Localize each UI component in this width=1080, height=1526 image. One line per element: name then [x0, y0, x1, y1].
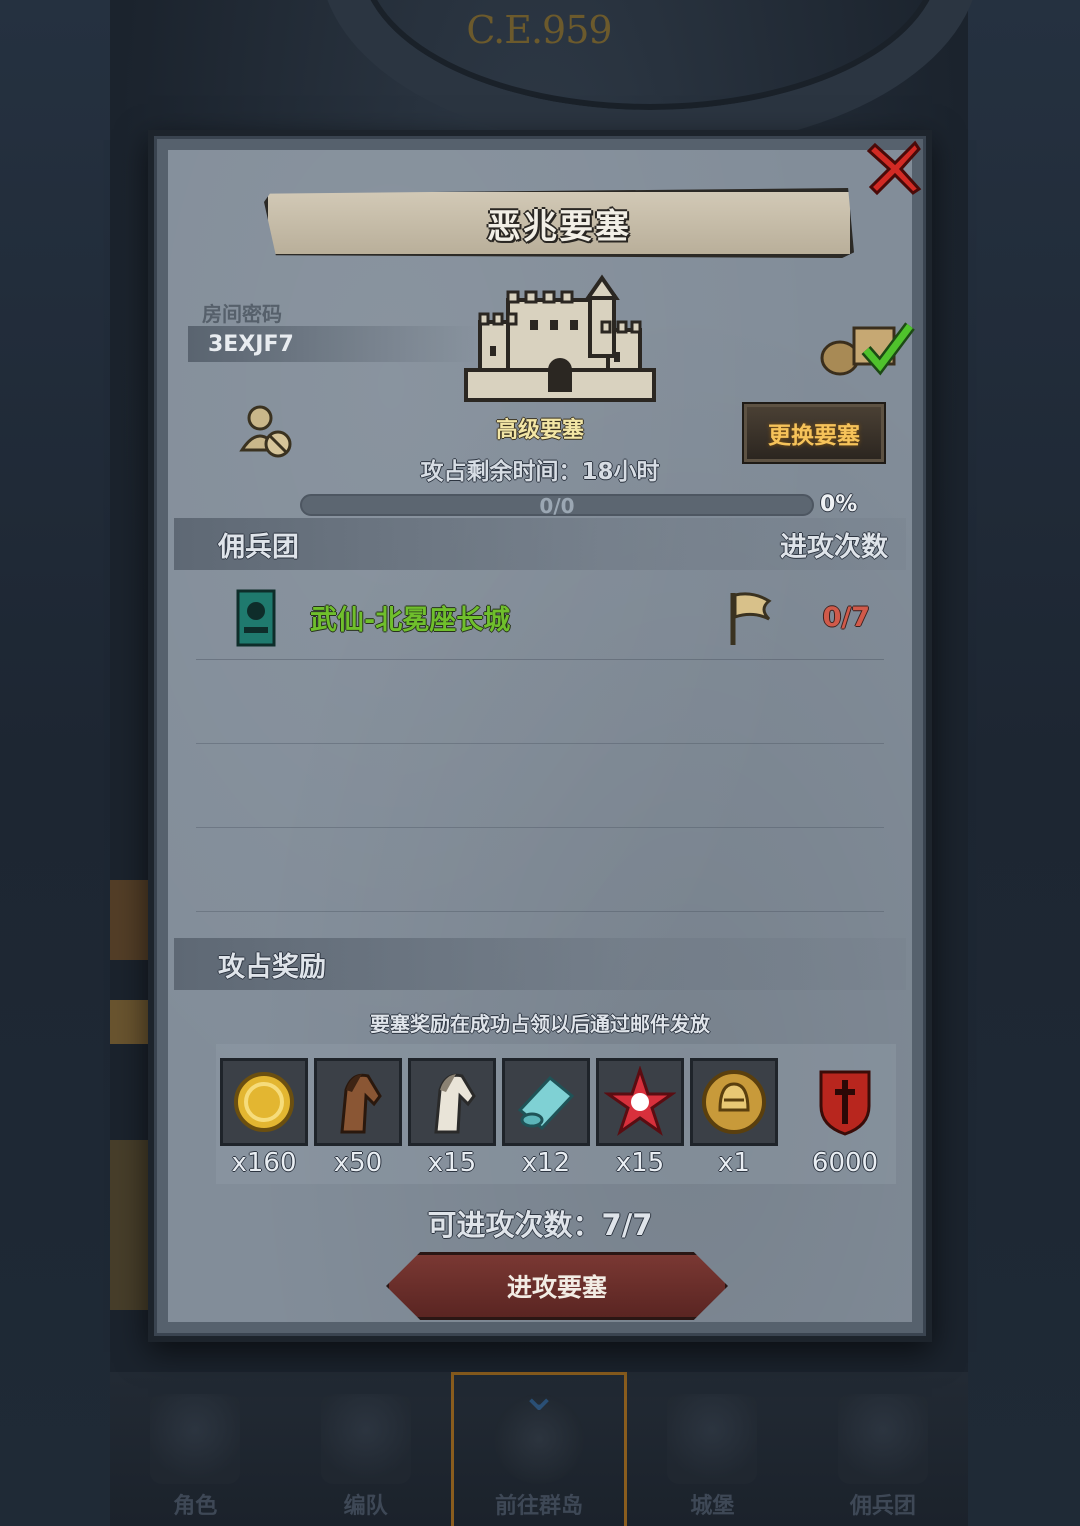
reward-item[interactable]: x15 [408, 1058, 496, 1184]
islands-icon [494, 1394, 585, 1484]
mercenary-row-empty [196, 744, 884, 828]
mercenary-row-empty [196, 660, 884, 744]
reward-qty: x160 [231, 1148, 297, 1178]
progress-text: 0/0 [539, 494, 575, 518]
room-code: 3EXJF7 [208, 331, 294, 357]
attack-fortress-button[interactable]: 进攻要塞 [386, 1252, 728, 1320]
background-right-panel [968, 0, 1080, 1526]
progress-percent: 0% [820, 492, 858, 517]
reward-qty: x15 [427, 1148, 477, 1178]
nav-islands[interactable]: ⌄ 前往群岛 [450, 1371, 628, 1526]
formation-icon [320, 1394, 411, 1484]
attack-fortress-label: 进攻要塞 [506, 1273, 607, 1302]
room-label: 房间密码 [202, 302, 282, 326]
side-scroll-icon[interactable] [110, 880, 150, 960]
reward-header: 攻占奖励 [218, 951, 326, 983]
change-fortress-button[interactable]: 更换要塞 [744, 404, 884, 462]
reward-section-header: 攻占奖励 [174, 938, 906, 990]
reward-item[interactable]: 6000 [794, 1058, 896, 1184]
capture-progress-bar: 0/0 [300, 494, 814, 518]
background-left-panel [0, 0, 110, 1526]
reward-note: 要塞奖励在成功占领以后通过邮件发放 [370, 1012, 710, 1036]
mercenary-attack-count: 0/7 [822, 602, 870, 633]
nav-castle[interactable]: 城堡 [627, 1372, 797, 1526]
knight-helmet-coin-icon [690, 1058, 778, 1146]
mercenary-name: 武仙-北冕座长城 [310, 605, 511, 636]
dialog-body: 恶兆要塞 房间密码 3EXJF7 高级要塞 攻占剩余时间：18小时 更换要塞 0… [168, 150, 915, 1322]
reward-qty: x1 [718, 1148, 750, 1178]
reward-qty: x50 [333, 1148, 383, 1178]
reward-item[interactable]: x12 [502, 1058, 590, 1184]
reward-item[interactable]: x50 [314, 1058, 402, 1184]
side-search-icon[interactable] [110, 1140, 150, 1310]
nav-label: 佣兵团 [849, 1494, 916, 1519]
brown-horse-icon [314, 1058, 402, 1146]
mercenary-header: 佣兵团 [218, 531, 299, 563]
nav-label: 城堡 [690, 1494, 735, 1519]
era-label: C.E.959 [466, 8, 612, 52]
close-icon [866, 140, 922, 196]
red-shield-emblem-icon [801, 1058, 889, 1146]
nav-formation[interactable]: 编队 [280, 1372, 450, 1526]
supplies-check-icon [820, 322, 915, 376]
reward-qty: 6000 [811, 1148, 879, 1178]
castle-icon [667, 1394, 758, 1484]
mercenary-row[interactable]: 武仙-北冕座长城 0/7 [196, 576, 884, 660]
flag-icon [730, 591, 772, 645]
change-fortress-label: 更换要塞 [768, 423, 860, 449]
room-code-bar: 3EXJF7 [188, 326, 478, 362]
nav-character[interactable]: 角色 [110, 1372, 280, 1526]
bottom-nav: 角色 编队 ⌄ 前往群岛 城堡 佣兵团 [110, 1371, 968, 1526]
reward-item[interactable]: x160 [220, 1058, 308, 1184]
castle-icon [464, 274, 656, 402]
reward-item[interactable]: x15 [596, 1058, 684, 1184]
nav-label: 角色 [173, 1494, 218, 1519]
close-button[interactable] [860, 132, 930, 202]
reward-qty: x15 [615, 1148, 665, 1178]
side-target-icon[interactable] [110, 1000, 150, 1044]
reward-item[interactable]: x1 [690, 1058, 778, 1184]
reward-qty: x12 [521, 1148, 571, 1178]
red-star-gem-icon [596, 1058, 684, 1146]
nav-label: 编队 [343, 1494, 388, 1519]
fortress-dialog: 恶兆要塞 房间密码 3EXJF7 高级要塞 攻占剩余时间：18小时 更换要塞 0… [148, 130, 932, 1342]
nav-label: 前往群岛 [495, 1494, 584, 1519]
mercenary-icon [837, 1394, 928, 1484]
cloth-roll-icon [502, 1058, 590, 1146]
white-horse-icon [408, 1058, 496, 1146]
attack-times-header: 进攻次数 [780, 531, 888, 563]
mercenary-row-empty [196, 828, 884, 912]
attack-count: 可进攻次数：7/7 [427, 1208, 653, 1242]
reward-list: x160 x50 x15 x12 x15 x1 6000 [216, 1044, 896, 1184]
title-banner: 恶兆要塞 [264, 188, 854, 258]
dialog-title: 恶兆要塞 [487, 206, 631, 247]
mercenary-section-header: 佣兵团 进攻次数 [174, 518, 906, 570]
mercenary-banner-icon [236, 589, 276, 646]
gold-coin-icon [220, 1058, 308, 1146]
nav-mercenary[interactable]: 佣兵团 [798, 1372, 968, 1526]
character-icon [150, 1394, 241, 1484]
